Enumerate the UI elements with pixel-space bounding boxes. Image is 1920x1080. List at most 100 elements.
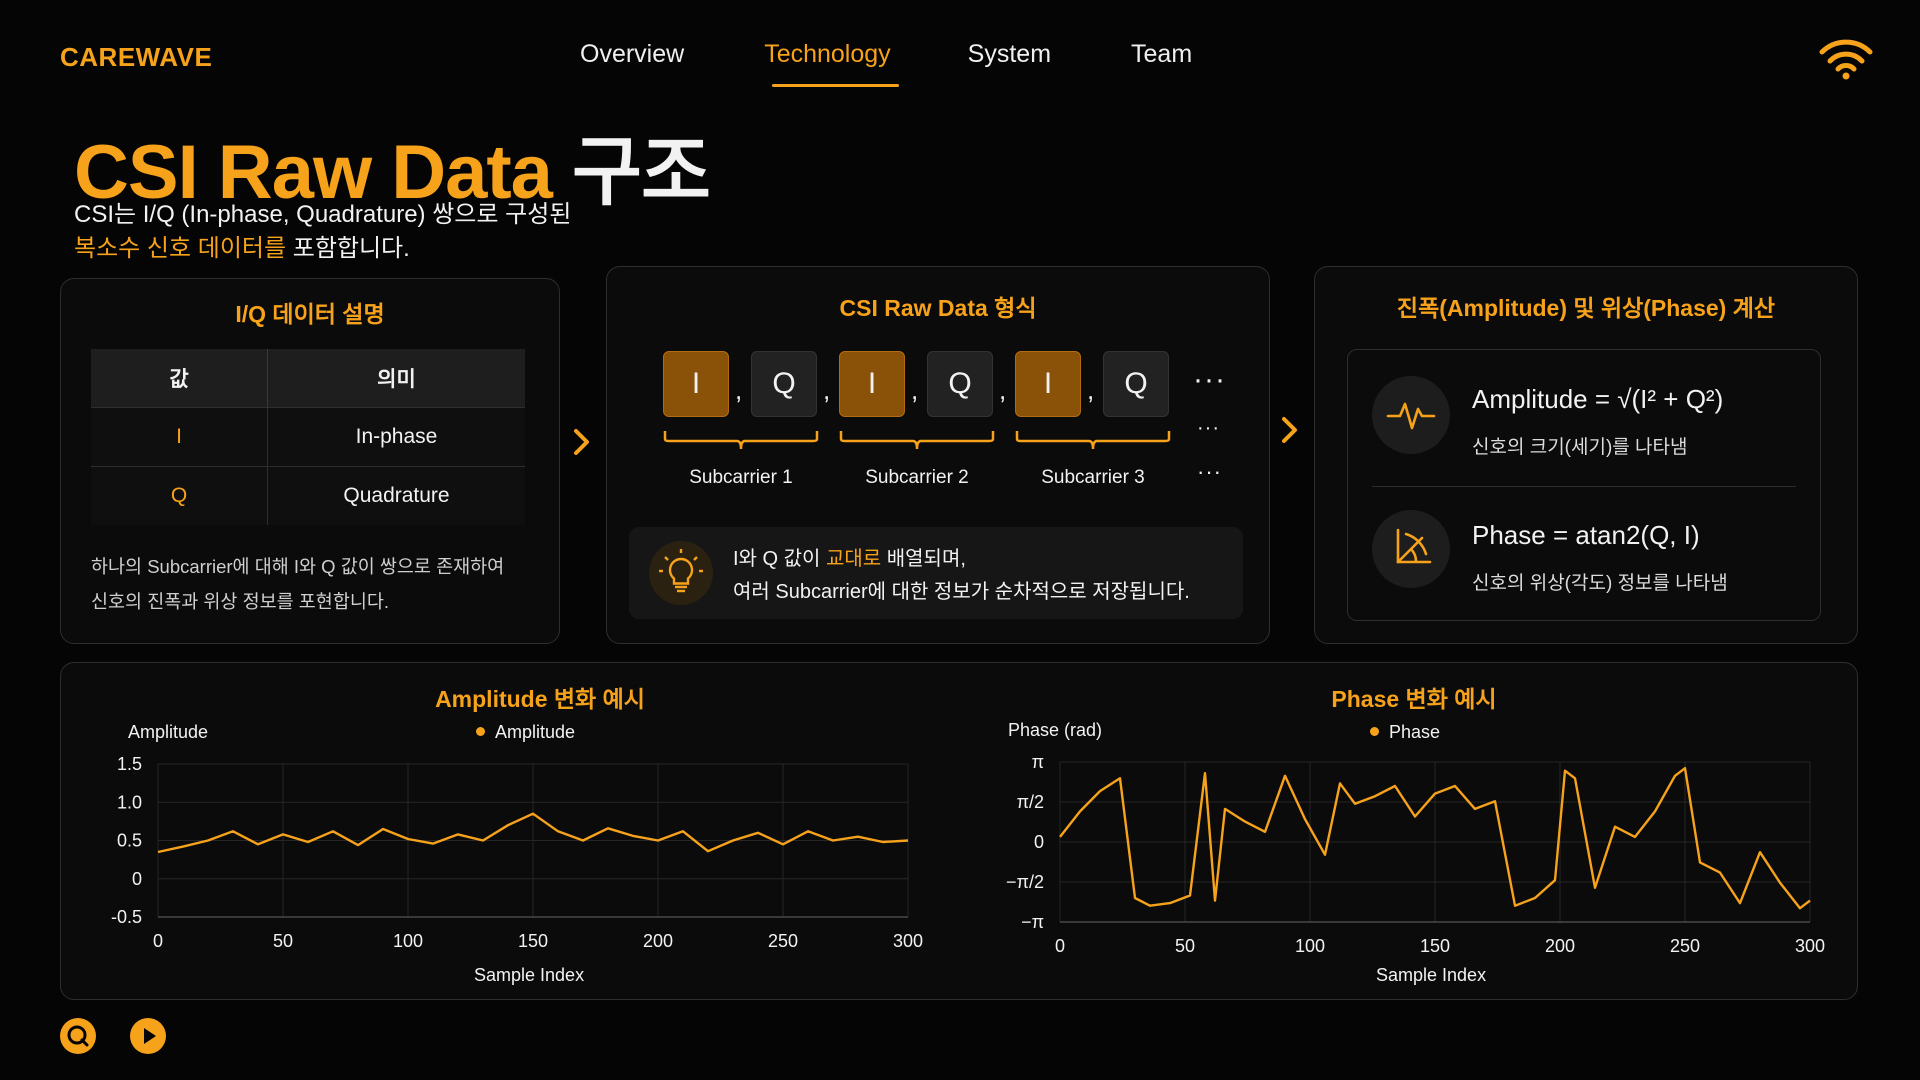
y-tick-label: −π/2: [1006, 872, 1044, 892]
angle-icon: [1372, 510, 1450, 588]
subcarrier-ellipsis: ···: [1197, 459, 1222, 484]
iq-desc-line1: 하나의 Subcarrier에 대해 I와 Q 값이 쌍으로 존재하여: [91, 556, 505, 577]
amplitude-chart-title: Amplitude 변화 예시: [435, 686, 645, 712]
separator: ,: [999, 375, 1007, 405]
legend-label: Amplitude: [495, 722, 576, 742]
play-icon: [144, 1028, 156, 1044]
info-callout: I와 Q 값이 교대로 배열되며, 여러 Subcarrier에 대한 정보가 …: [629, 527, 1243, 619]
y-tick-label: 1.5: [117, 754, 142, 774]
calculation-panel: 진폭(Amplitude) 및 위상(Phase) 계산 Amplitude =…: [1314, 266, 1858, 644]
iq-desc-line2: 신호의 진폭과 위상 정보를 포현합니다.: [91, 591, 390, 612]
iq-table: 값 의미 I In-phase Q Quadrature: [91, 349, 525, 525]
brace-icon: [1015, 431, 1171, 450]
wifi-icon: [1819, 39, 1873, 80]
y-tick-label: 0: [1034, 832, 1044, 852]
main-nav: Overview Technology System Team: [570, 40, 1192, 87]
iq-header-value: 값: [91, 349, 268, 408]
subcarrier-label: Subcarrier 1: [689, 467, 793, 488]
brace-icon: [663, 431, 819, 450]
page-subtitle: CSI는 I/Q (In-phase, Quadrature) 쌍으로 구성된 …: [74, 198, 571, 266]
subcarrier-label: Subcarrier 3: [1041, 467, 1145, 488]
q-cell: Q: [751, 351, 817, 417]
callout-part1: I와 Q 값이: [733, 548, 826, 570]
amplitude-ylabel: Amplitude: [128, 722, 209, 742]
brace-icon: [839, 431, 995, 450]
x-tick-label: 100: [1295, 936, 1325, 956]
amplitude-legend: Amplitude: [476, 722, 575, 743]
play-button[interactable]: [130, 1018, 166, 1054]
subtitle-end: 포함합니다.: [292, 235, 410, 262]
phase-ylabel: Phase (rad): [1008, 720, 1103, 740]
calc-panel-title: 진폭(Amplitude) 및 위상(Phase) 계산: [1396, 295, 1776, 321]
iq-cell-symbol: Q: [91, 466, 268, 525]
y-tick-label: 0.5: [117, 831, 142, 851]
subcarrier-label: Subcarrier 2: [865, 467, 969, 488]
iq-cell-meaning: Quadrature: [267, 466, 525, 525]
x-tick-label: 100: [393, 931, 423, 951]
x-tick-label: 300: [1795, 936, 1825, 956]
callout-text: I와 Q 값이 교대로 배열되며, 여러 Subcarrier에 대한 정보가 …: [733, 543, 1190, 609]
nav-system[interactable]: System: [968, 40, 1051, 87]
nav-overview[interactable]: Overview: [580, 40, 684, 87]
iq-panel-title: I/Q 데이터 설명: [235, 301, 385, 327]
x-tick-label: 150: [1420, 936, 1450, 956]
amplitude-formula: Amplitude = √(I² + Q²): [1472, 384, 1724, 414]
x-tick-label: 300: [893, 931, 923, 951]
iq-panel: I/Q 데이터 설명 값 의미 I In-phase Q Quadrature …: [60, 278, 560, 644]
nav-technology[interactable]: Technology: [764, 40, 900, 87]
phase-chart-title: Phase 변화 예시: [1331, 686, 1497, 712]
legend-label: Phase: [1389, 722, 1441, 742]
chevron-right-icon: [1282, 417, 1297, 443]
lightbulb-icon: [649, 541, 713, 605]
y-tick-label: 0: [132, 869, 142, 889]
raw-panel-title: CSI Raw Data 형식: [839, 295, 1037, 321]
y-tick-label: -0.5: [111, 907, 142, 927]
iq-description: 하나의 Subcarrier에 대해 I와 Q 값이 쌍으로 존재하여 신호의 …: [91, 549, 531, 619]
separator: ,: [1087, 375, 1095, 405]
raw-format-panel: CSI Raw Data 형식 I , Q , I , Q , I , Q ··…: [606, 266, 1270, 644]
amplitude-desc: 신호의 크기(세기)를 나타냄: [1472, 437, 1688, 458]
amplitude-chart: 0 50 100 150 200 250 300 1.5 1.0 0.5 0 -0.5: [111, 754, 923, 951]
x-tick-label: 0: [153, 931, 163, 951]
search-button[interactable]: [60, 1018, 96, 1054]
iq-cell-symbol: I: [91, 407, 268, 467]
phase-legend: Phase: [1370, 722, 1440, 743]
table-row: I In-phase: [91, 407, 525, 467]
separator: ,: [911, 375, 919, 405]
i-cell: I: [839, 351, 905, 417]
subtitle-highlight: 복소수 신호 데이터를: [74, 235, 287, 262]
x-tick-label: 50: [273, 931, 293, 951]
x-tick-label: 150: [518, 931, 548, 951]
q-cell: Q: [1103, 351, 1169, 417]
ellipsis: ···: [1193, 363, 1226, 396]
callout-line2: 여러 Subcarrier에 대한 정보가 순차적으로 저장됩니다.: [733, 581, 1190, 603]
x-tick-label: 200: [643, 931, 673, 951]
q-cell: Q: [927, 351, 993, 417]
amplitude-xlabel: Sample Index: [474, 965, 585, 985]
iq-header-meaning: 의미: [267, 349, 525, 408]
x-tick-label: 250: [1670, 936, 1700, 956]
phase-xlabel: Sample Index: [1376, 965, 1487, 985]
logo[interactable]: CAREWAVE: [60, 42, 212, 73]
separator: ,: [735, 375, 743, 405]
brace-ellipsis: ···: [1197, 417, 1220, 439]
x-tick-label: 0: [1055, 936, 1065, 956]
title-rest: 구조: [572, 130, 711, 215]
nav-team[interactable]: Team: [1131, 40, 1192, 87]
callout-highlight: 교대로: [825, 548, 882, 570]
phase-chart: 0 50 100 150 200 250 300 π π/2 0 −π/2 −π: [1006, 752, 1825, 956]
y-tick-label: π/2: [1017, 792, 1044, 812]
y-tick-label: π: [1032, 752, 1044, 772]
iq-cell-meaning: In-phase: [267, 407, 525, 467]
search-icon: [67, 1025, 89, 1047]
callout-part2: 배열되며,: [881, 548, 966, 570]
divider: [1372, 486, 1796, 487]
x-tick-label: 250: [768, 931, 798, 951]
separator: ,: [823, 375, 831, 405]
subtitle-line1: CSI는 I/Q (In-phase, Quadrature) 쌍으로 구성된: [74, 201, 572, 228]
i-cell: I: [1015, 351, 1081, 417]
table-row: Q Quadrature: [91, 466, 525, 525]
phase-formula: Phase = atan2(Q, I): [1472, 520, 1700, 550]
x-tick-label: 50: [1175, 936, 1195, 956]
y-tick-label: 1.0: [117, 792, 142, 812]
